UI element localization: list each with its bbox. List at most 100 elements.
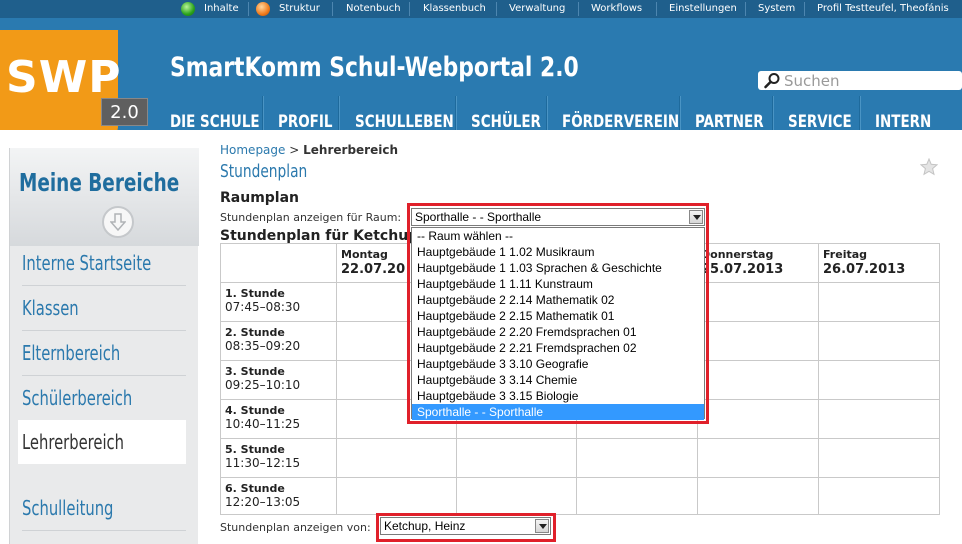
dropdown-option[interactable]: Hauptgebäude 2 2.20 Fremdsprachen 01 — [412, 324, 704, 340]
timeslot-2: 2. Stunde 08:35–09:20 — [225, 326, 300, 353]
status-green-icon — [181, 2, 195, 16]
grid-line — [221, 477, 939, 478]
slot-name: 1. Stunde — [225, 287, 285, 300]
star-icon[interactable] — [920, 158, 938, 176]
sidebar-item-elternbereich[interactable]: Elternbereich — [18, 331, 186, 375]
grid-line — [221, 438, 939, 439]
search-box — [758, 71, 962, 90]
day-name: Montag — [341, 248, 388, 261]
swp-logo[interactable]: SWP — [0, 30, 122, 144]
room-select[interactable]: Sporthalle - - Sporthalle — [411, 208, 705, 226]
topnav-workflows[interactable]: Workflows — [591, 0, 642, 18]
breadcrumb-home-link[interactable]: Homepage — [220, 143, 285, 157]
topnav-notenbuch[interactable]: Notenbuch — [346, 0, 401, 18]
divider — [496, 2, 497, 16]
slot-time: 12:20–13:05 — [225, 495, 301, 509]
room-select-dropdown: -- Raum wählen -- Hauptgebäude 1 1.02 Mu… — [411, 227, 705, 420]
slot-time: 09:25–10:10 — [225, 378, 301, 392]
slot-time: 08:35–09:20 — [225, 339, 301, 353]
divider — [332, 2, 333, 16]
divider — [656, 2, 657, 16]
dropdown-option[interactable]: Hauptgebäude 1 1.03 Sprachen & Geschicht… — [412, 260, 704, 276]
sidebar-item-klassen[interactable]: Klassen — [18, 286, 186, 330]
slot-name: 6. Stunde — [225, 482, 285, 495]
timeslot-5: 5. Stunde 11:30–12:15 — [225, 443, 300, 470]
sidebar-item-label: Schülerbereich — [22, 386, 133, 410]
dropdown-option[interactable]: Hauptgebäude 2 2.15 Mathematik 01 — [412, 308, 704, 324]
topnav-einstellungen[interactable]: Einstellungen — [669, 0, 737, 18]
dropdown-option[interactable]: -- Raum wählen -- — [412, 228, 704, 244]
slot-time: 10:40–11:25 — [225, 417, 301, 431]
topnav-struktur[interactable]: Struktur — [279, 0, 320, 18]
slot-name: 4. Stunde — [225, 404, 285, 417]
collapse-arrow-icon[interactable] — [102, 206, 134, 238]
grid-line — [336, 244, 337, 514]
divider — [248, 2, 249, 16]
site-title: SmartKomm Schul-Webportal 2.0 — [170, 52, 579, 83]
search-icon[interactable] — [763, 72, 781, 89]
breadcrumb: Homepage > Lehrerbereich — [220, 143, 398, 157]
day-name: Freitag — [823, 248, 868, 261]
day-name: Donnerstag — [701, 248, 774, 261]
dropdown-option[interactable]: Hauptgebäude 3 3.15 Biologie — [412, 388, 704, 404]
divider — [804, 2, 805, 16]
sidebar-item-label: Klassen — [22, 296, 79, 320]
person-select[interactable]: Ketchup, Heinz — [380, 517, 551, 535]
dropdown-option[interactable]: Hauptgebäude 2 2.14 Mathematik 02 — [412, 292, 704, 308]
breadcrumb-current: Lehrerbereich — [303, 143, 398, 157]
timeslot-3: 3. Stunde 09:25–10:10 — [225, 365, 300, 392]
dropdown-option-selected[interactable]: Sporthalle - - Sporthalle — [412, 404, 704, 420]
sidebar-header: Meine Bereiche — [10, 148, 199, 246]
day-date: 25.07.2013 — [701, 262, 784, 277]
sidebar-item-label: Elternbereich — [22, 341, 121, 365]
topnav-system[interactable]: System — [758, 0, 795, 18]
page-title: Stundenplan — [220, 161, 308, 182]
day-header-donnerstag: Donnerstag 25.07.2013 — [701, 248, 783, 277]
day-header-montag: Montag 22.07.20 — [341, 248, 405, 277]
sidebar-item-schulleitung[interactable]: Schulleitung — [18, 486, 186, 530]
person-select-label: Stundenplan anzeigen von: — [220, 521, 371, 534]
sidebar-item-lehrerbereich[interactable]: Lehrerbereich — [18, 420, 186, 464]
topnav-verwaltung[interactable]: Verwaltung — [509, 0, 565, 18]
topnav-profil[interactable]: Profil Testteufel, Theofánis — [817, 0, 949, 18]
slot-name: 2. Stunde — [225, 326, 285, 339]
sidebar-item-interne-startseite[interactable]: Interne Startseite — [18, 241, 186, 285]
logo-text: SWP — [6, 52, 122, 103]
grid-line — [818, 244, 819, 514]
sidebar-title: Meine Bereiche — [19, 168, 180, 197]
timeslot-4: 4. Stunde 10:40–11:25 — [225, 404, 300, 431]
person-select-value: Ketchup, Heinz — [384, 519, 466, 533]
chevron-down-icon[interactable] — [689, 210, 703, 224]
search-input[interactable] — [784, 71, 954, 90]
dropdown-option[interactable]: Hauptgebäude 3 3.14 Chemie — [412, 372, 704, 388]
divider — [409, 2, 410, 16]
dropdown-option[interactable]: Hauptgebäude 1 1.02 Musikraum — [412, 244, 704, 260]
section-subtitle: Raumplan — [220, 190, 300, 206]
divider — [578, 2, 579, 16]
day-header-freitag: Freitag 26.07.2013 — [823, 248, 905, 277]
slot-name: 3. Stunde — [225, 365, 285, 378]
logo-version-badge: 2.0 — [101, 98, 148, 126]
day-date: 26.07.2013 — [823, 262, 906, 277]
status-orange-icon — [256, 2, 270, 16]
slot-name: 5. Stunde — [225, 443, 285, 456]
dropdown-option[interactable]: Hauptgebäude 3 3.10 Geografie — [412, 356, 704, 372]
sidebar-item-label: Lehrerbereich — [22, 430, 125, 454]
sidebar-item-schuelerbereich[interactable]: Schülerbereich — [18, 376, 186, 420]
timetable-heading: Stundenplan für Ketchup — [220, 228, 419, 244]
dropdown-option[interactable]: Hauptgebäude 1 1.11 Kunstraum — [412, 276, 704, 292]
timeslot-1: 1. Stunde 07:45–08:30 — [225, 287, 300, 314]
day-date: 22.07.20 — [341, 262, 406, 277]
timeslot-6: 6. Stunde 12:20–13:05 — [225, 482, 300, 509]
room-select-value: Sporthalle - - Sporthalle — [415, 210, 542, 224]
chevron-down-icon[interactable] — [535, 519, 549, 533]
room-select-label: Stundenplan anzeigen für Raum: — [220, 211, 402, 224]
sidebar: Meine Bereiche Interne Startseite Klasse… — [9, 148, 199, 544]
slot-time: 07:45–08:30 — [225, 300, 301, 314]
sidebar-item-label: Interne Startseite — [22, 251, 152, 275]
topnav-inhalte[interactable]: Inhalte — [204, 0, 239, 18]
top-toolbar: Inhalte Struktur Notenbuch Klassenbuch V… — [0, 0, 962, 18]
dropdown-option[interactable]: Hauptgebäude 2 2.21 Fremdsprachen 02 — [412, 340, 704, 356]
topnav-klassenbuch[interactable]: Klassenbuch — [423, 0, 486, 18]
divider — [22, 530, 186, 531]
